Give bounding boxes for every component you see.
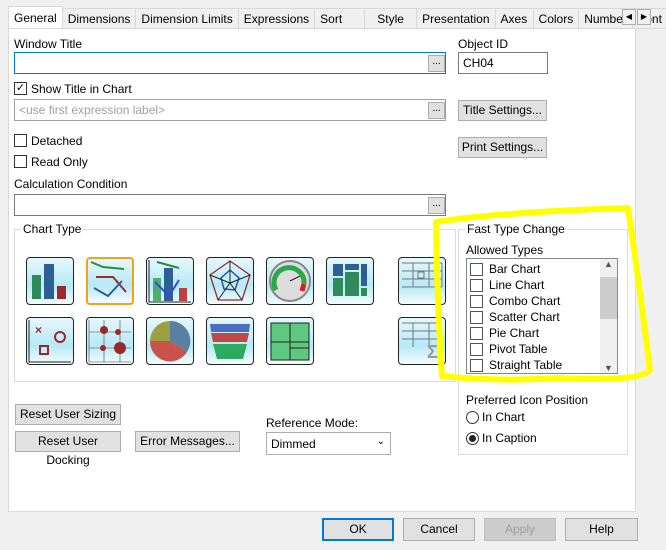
funnel-chart-icon[interactable] [206, 317, 254, 365]
radar-chart-icon[interactable] [206, 257, 254, 305]
tab-scroll-left-icon[interactable]: ◀ [622, 9, 636, 25]
line-chart-icon[interactable] [86, 257, 134, 305]
chart-title-ellipsis-button[interactable]: ... [428, 102, 445, 119]
tab-general[interactable]: General [8, 6, 63, 29]
svg-text:×: × [35, 323, 42, 337]
window-title-input[interactable] [14, 52, 446, 74]
preferred-icon-position-label: Preferred Icon Position [466, 393, 589, 407]
pie-chart-icon[interactable] [146, 317, 194, 365]
fast-type-change-label: Fast Type Change [465, 222, 567, 236]
allowed-types-list[interactable]: Bar Chart Line Chart Combo Chart Scatter… [466, 258, 618, 374]
chevron-down-icon: ⌄ [376, 436, 385, 447]
reset-user-sizing-button[interactable]: Reset User Sizing [15, 404, 121, 425]
tab-colors[interactable]: Colors [533, 8, 580, 29]
svg-text:Σ: Σ [427, 342, 438, 362]
list-item-label: Bar Chart [489, 262, 541, 276]
grid-chart-icon[interactable] [86, 317, 134, 365]
tab-style[interactable]: Style [365, 8, 418, 29]
list-item[interactable]: Pie Chart [467, 325, 617, 341]
checkbox[interactable] [470, 278, 483, 292]
combo-chart-icon[interactable] [146, 257, 194, 305]
scroll-thumb[interactable] [600, 277, 617, 319]
list-item-label: Scatter Chart [489, 310, 560, 324]
read-only-label: Read Only [31, 155, 88, 169]
reference-mode-value: Dimmed [271, 437, 316, 451]
tab-dimension-limits[interactable]: Dimension Limits [136, 8, 239, 29]
calc-condition-label: Calculation Condition [14, 177, 128, 191]
error-messages-button[interactable]: Error Messages... [135, 431, 240, 452]
list-item-label: Pivot Table [489, 342, 548, 356]
calc-condition-input[interactable] [14, 194, 446, 216]
tab-scroll-right-icon[interactable]: ▶ [637, 9, 651, 25]
window-title-ellipsis-button[interactable]: ... [428, 55, 445, 72]
checkbox[interactable] [470, 294, 483, 308]
mekko-chart-icon[interactable] [326, 257, 374, 305]
bar-chart-icon[interactable] [26, 257, 74, 305]
in-chart-label: In Chart [482, 410, 525, 424]
print-settings-button[interactable]: Print Settings... [458, 137, 547, 158]
checkbox[interactable] [470, 310, 483, 324]
list-item[interactable]: Scatter Chart [467, 309, 617, 325]
tab-expressions[interactable]: Expressions [238, 8, 316, 29]
chart-type-label: Chart Type [21, 222, 84, 236]
show-title-checkbox[interactable]: ✓ [14, 82, 27, 95]
checkbox[interactable] [470, 326, 483, 340]
allowed-types-label: Allowed Types [466, 243, 544, 257]
pivot-table-icon[interactable] [398, 257, 446, 305]
in-caption-radio[interactable] [466, 432, 479, 445]
list-scrollbar[interactable]: ▲ ▼ [600, 259, 617, 373]
title-settings-button[interactable]: Title Settings... [458, 100, 547, 121]
in-chart-radio[interactable] [466, 411, 479, 424]
detached-checkbox[interactable] [14, 134, 27, 147]
list-item-label: Combo Chart [489, 294, 561, 308]
scroll-up-icon[interactable]: ▲ [600, 259, 617, 269]
gauge-chart-icon[interactable] [266, 257, 314, 305]
object-id-label: Object ID [458, 37, 509, 51]
read-only-checkbox[interactable] [14, 155, 27, 168]
list-item[interactable]: Line Chart [467, 277, 617, 293]
help-button[interactable]: Help [565, 518, 638, 541]
in-caption-label: In Caption [482, 431, 537, 445]
list-item-label: Pie Chart [489, 326, 540, 340]
detached-label: Detached [31, 134, 83, 148]
tab-presentation[interactable]: Presentation [417, 8, 496, 29]
checkbox[interactable] [470, 358, 483, 372]
checkbox[interactable] [470, 342, 483, 356]
tab-bar: General Dimensions Dimension Limits Expr… [8, 6, 666, 29]
tab-dimensions[interactable]: Dimensions [62, 8, 137, 29]
object-id-input[interactable]: CH04 [458, 52, 548, 74]
reference-mode-label: Reference Mode: [266, 416, 359, 430]
list-item[interactable]: Straight Table [467, 357, 617, 373]
ok-button[interactable]: OK [322, 518, 394, 541]
list-item[interactable]: Bar Chart [467, 261, 617, 277]
list-item[interactable]: Combo Chart [467, 293, 617, 309]
calc-condition-ellipsis-button[interactable]: ... [428, 197, 445, 214]
reference-mode-select[interactable]: Dimmed ⌄ [266, 432, 391, 455]
apply-button[interactable]: Apply [484, 518, 556, 541]
chart-title-input[interactable]: <use first expression label> [14, 99, 446, 121]
cancel-button[interactable]: Cancel [403, 518, 475, 541]
scatter-chart-icon[interactable]: × [26, 317, 74, 365]
list-item-label: Line Chart [489, 278, 545, 292]
list-item[interactable]: Pivot Table [467, 341, 617, 357]
block-chart-icon[interactable] [266, 317, 314, 365]
tab-sort[interactable]: Sort [315, 8, 366, 29]
scroll-down-icon[interactable]: ▼ [600, 363, 617, 373]
list-item-label: Straight Table [489, 358, 563, 372]
show-title-label: Show Title in Chart [31, 82, 132, 96]
reset-user-docking-button[interactable]: Reset User Docking [15, 431, 121, 467]
tab-axes[interactable]: Axes [495, 8, 534, 29]
straight-table-icon[interactable]: Σ [398, 317, 446, 365]
checkbox[interactable] [470, 262, 483, 276]
window-title-label: Window Title [14, 37, 83, 51]
